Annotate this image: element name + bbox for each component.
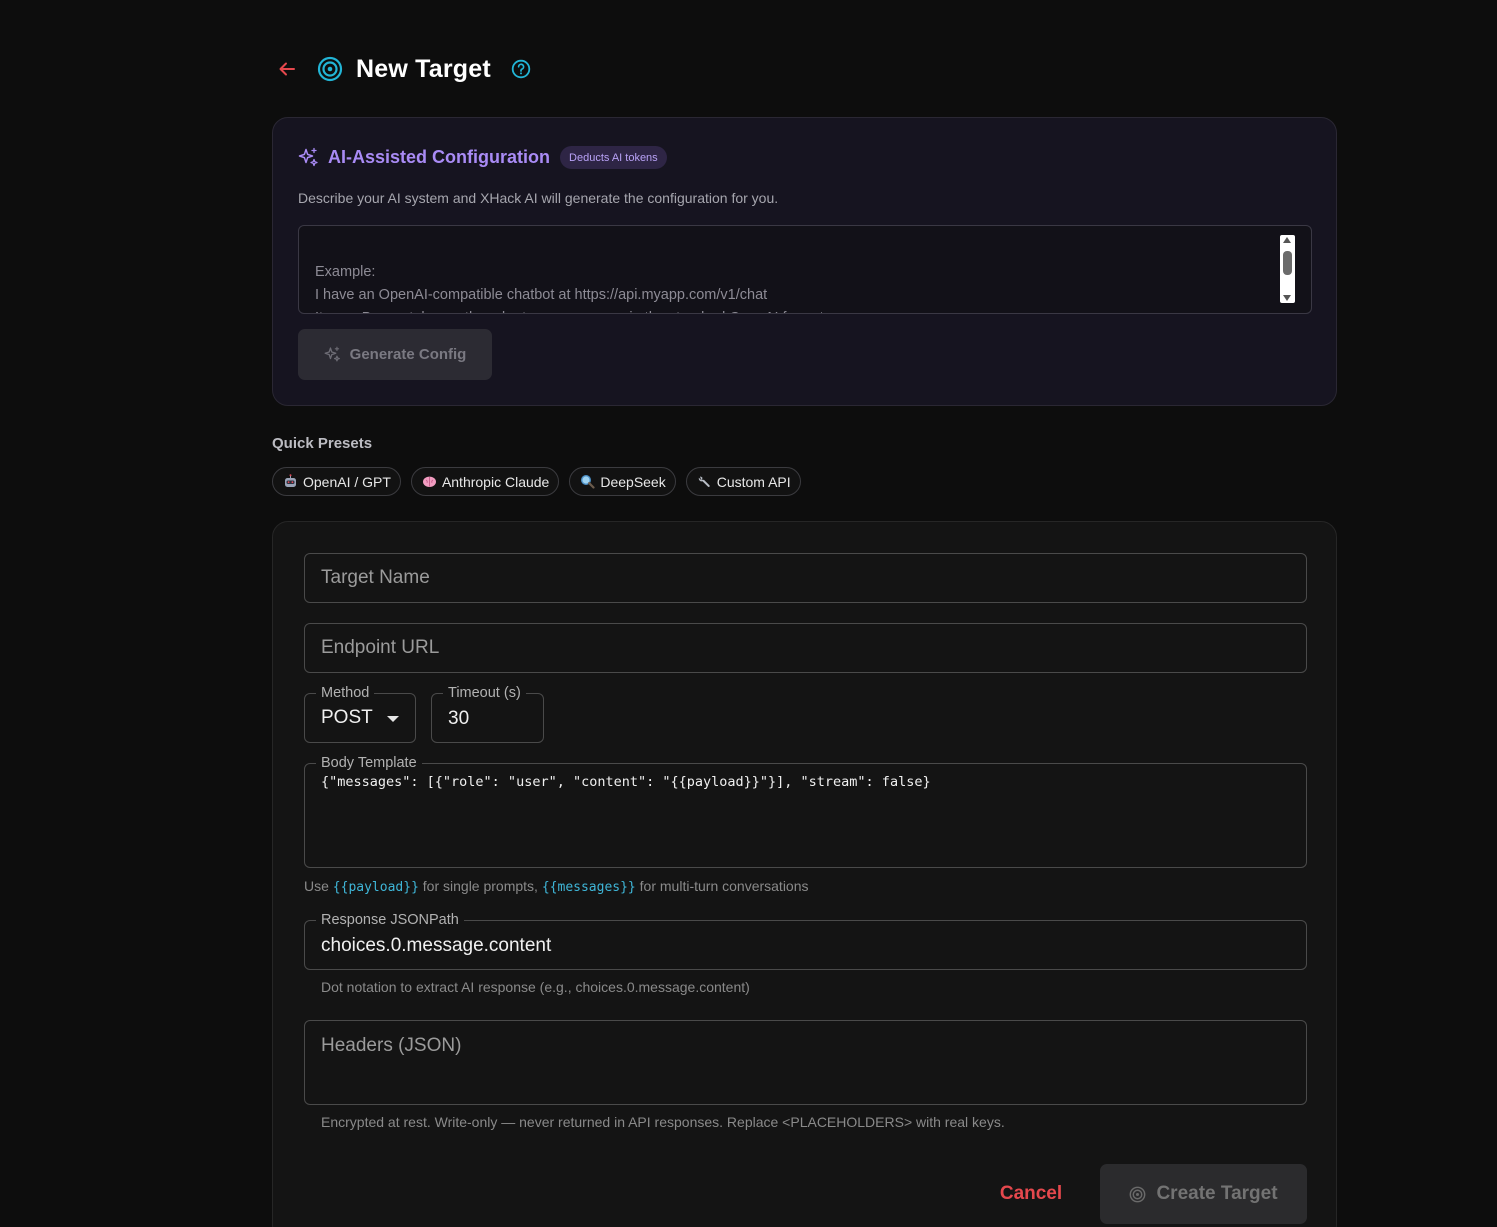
preset-openai[interactable]: OpenAI / GPT — [272, 467, 401, 496]
preset-custom-api-label: Custom API — [716, 473, 791, 490]
payload-variable: {{payload}} — [332, 880, 419, 895]
response-jsonpath-label: Response JSONPath — [316, 911, 464, 929]
sparkles-icon — [324, 346, 340, 362]
create-target-label: Create Target — [1156, 1183, 1278, 1204]
target-form-card: Target Name Endpoint URL Method POST Tim… — [272, 521, 1337, 1227]
ai-description-placeholder: Example: I have an OpenAI-compatible cha… — [315, 264, 828, 313]
body-template-value: {"messages": [{"role": "user", "content"… — [321, 774, 931, 790]
help-icon[interactable] — [511, 59, 531, 79]
scroll-thumb[interactable] — [1283, 251, 1292, 275]
ai-description-input[interactable]: Example: I have an OpenAI-compatible cha… — [298, 225, 1312, 314]
arrow-left-icon — [279, 62, 295, 76]
target-icon — [1130, 1186, 1146, 1202]
back-button[interactable] — [276, 58, 298, 80]
body-help-mid: for single prompts, — [422, 878, 538, 894]
preset-deepseek-label: DeepSeek — [600, 473, 666, 490]
headers-json-input[interactable]: Headers (JSON) — [304, 1020, 1307, 1105]
method-label: Method — [316, 684, 375, 702]
preset-openai-label: OpenAI / GPT — [303, 473, 391, 490]
body-help-prefix: Use — [304, 878, 329, 894]
target-name-placeholder: Target Name — [321, 567, 430, 588]
quick-presets: OpenAI / GPT Anthropic Claude DeepSeek C… — [272, 467, 801, 496]
body-help-suffix: for multi-turn conversations — [639, 878, 809, 894]
headers-placeholder: Headers (JSON) — [321, 1035, 462, 1056]
generate-config-label: Generate Config — [349, 346, 467, 363]
response-jsonpath-input[interactable]: Response JSONPath choices.0.message.cont… — [304, 911, 1307, 970]
target-icon — [317, 56, 343, 82]
ai-config-description: Describe your AI system and XHack AI wil… — [298, 190, 779, 206]
messages-variable: {{messages}} — [541, 880, 636, 895]
sparkles-icon — [298, 147, 318, 167]
scroll-down-arrow-icon[interactable] — [1283, 295, 1291, 301]
generate-config-button[interactable]: Generate Config — [298, 329, 492, 380]
endpoint-url-input[interactable]: Endpoint URL — [304, 623, 1307, 673]
body-template-input[interactable]: Body Template {"messages": [{"role": "us… — [304, 754, 1307, 868]
timeout-value: 30 — [448, 708, 470, 729]
preset-anthropic[interactable]: Anthropic Claude — [410, 467, 560, 496]
robot-icon — [283, 474, 298, 489]
chevron-down-icon — [387, 716, 399, 722]
jsonpath-help: Dot notation to extract AI response (e.g… — [321, 979, 750, 995]
ai-config-card: AI-Assisted Configuration Deducts AI tok… — [272, 117, 1337, 406]
ai-config-header: AI-Assisted Configuration Deducts AI tok… — [298, 146, 667, 169]
target-name-input[interactable]: Target Name — [304, 553, 1307, 603]
quick-presets-label: Quick Presets — [272, 435, 373, 452]
timeout-label: Timeout (s) — [443, 684, 526, 702]
method-value: POST — [321, 707, 373, 728]
magnifier-icon — [580, 474, 595, 489]
wrench-icon — [697, 474, 712, 489]
response-jsonpath-value: choices.0.message.content — [321, 935, 552, 956]
body-template-help: Use {{payload}} for single prompts, {{me… — [304, 878, 809, 895]
preset-deepseek[interactable]: DeepSeek — [569, 467, 676, 496]
preset-custom-api[interactable]: Custom API — [685, 467, 801, 496]
method-select[interactable]: Method POST — [304, 684, 416, 743]
preset-anthropic-label: Anthropic Claude — [441, 473, 550, 490]
ai-tokens-badge: Deducts AI tokens — [560, 146, 667, 169]
brain-icon — [422, 474, 437, 489]
scroll-up-arrow-icon[interactable] — [1283, 237, 1291, 243]
ai-config-title: AI-Assisted Configuration — [328, 147, 551, 167]
create-target-button[interactable]: Create Target — [1100, 1164, 1307, 1224]
page-header: New Target — [276, 50, 531, 88]
headers-help: Encrypted at rest. Write-only — never re… — [321, 1114, 1005, 1130]
cancel-button[interactable]: Cancel — [973, 1164, 1089, 1224]
body-template-label: Body Template — [316, 754, 422, 772]
page-title: New Target — [356, 54, 491, 83]
endpoint-url-placeholder: Endpoint URL — [321, 637, 440, 658]
textarea-scrollbar[interactable] — [1280, 235, 1295, 303]
timeout-input[interactable]: Timeout (s) 30 — [431, 684, 544, 743]
